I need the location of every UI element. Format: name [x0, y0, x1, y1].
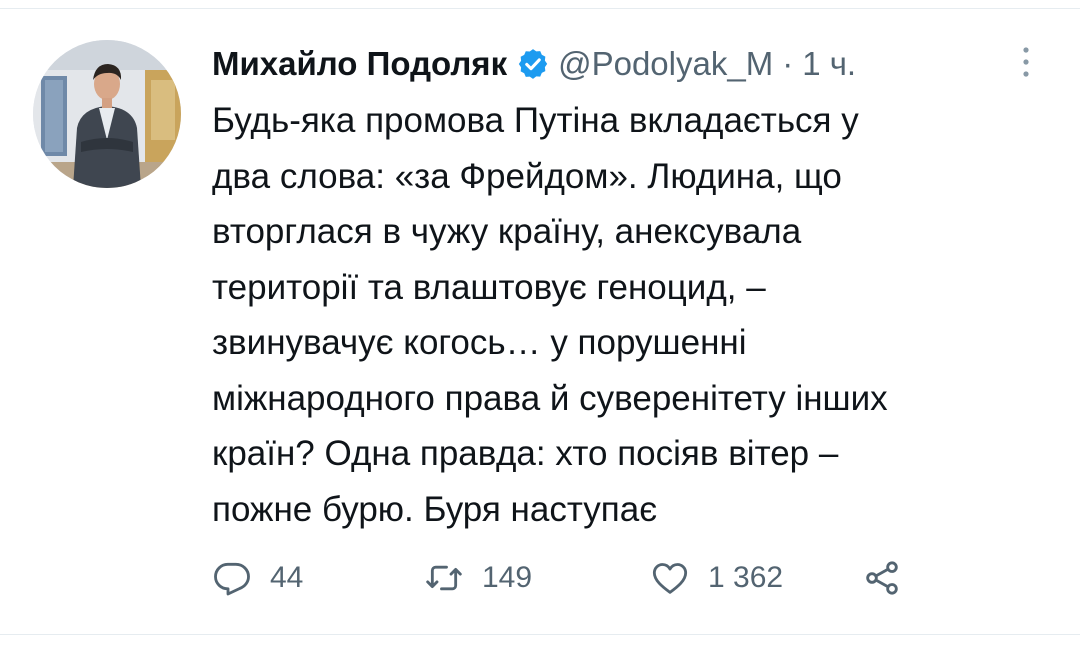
tweet-container[interactable]: Михайло Подоляк @Podolyak_M · 1 ч. Будь-… [0, 0, 1080, 647]
tweet-text-line: Будь-яка промова Путіна вкладається у [212, 101, 859, 140]
reply-count: 44 [270, 561, 304, 594]
like-count: 1 362 [708, 561, 784, 594]
more-vertical-icon[interactable] [1014, 42, 1038, 82]
tweet-text-line: вторглася в чужу країну, анексувала [212, 212, 802, 251]
tweet-text-line: пожне бурю. Буря наступає [212, 489, 658, 529]
timestamp[interactable]: 1 ч. [802, 42, 856, 86]
tweet-text-line: території та влаштовує геноцид, – [212, 267, 766, 307]
share-icon [862, 558, 902, 598]
like-button[interactable]: 1 362 [650, 556, 783, 600]
tweet-text-line: звинувачує когось… у порушенні [212, 323, 747, 362]
verified-badge-icon [516, 47, 550, 81]
retweet-count: 149 [482, 561, 533, 594]
tweet-text-line: два слова: «за Фрейдом». Людина, що [212, 156, 842, 196]
retweet-icon [424, 558, 464, 598]
tweet-text-line: міжнародного права й суверенітету інших [212, 378, 888, 418]
header-separator: · [782, 45, 794, 82]
divider-top [0, 8, 1080, 9]
avatar[interactable] [33, 40, 181, 188]
heart-icon [650, 558, 690, 598]
retweet-button[interactable]: 149 [424, 556, 532, 600]
share-button[interactable] [862, 556, 902, 600]
divider-bottom [0, 634, 1080, 635]
tweet-header: Михайло Подоляк @Podolyak_M · 1 ч. [212, 42, 856, 86]
tweet-text: Будь-яка промова Путіна вкладається у дв… [212, 93, 1052, 537]
author-name[interactable]: Михайло Подоляк [212, 42, 507, 86]
tweet-text-line: країн? Одна правда: хто посіяв вітер – [212, 434, 839, 473]
tweet-actions: 44 149 1 362 [212, 556, 932, 600]
reply-icon [212, 558, 252, 598]
author-handle[interactable]: @Podolyak_M [558, 42, 773, 86]
reply-button[interactable]: 44 [212, 556, 303, 600]
